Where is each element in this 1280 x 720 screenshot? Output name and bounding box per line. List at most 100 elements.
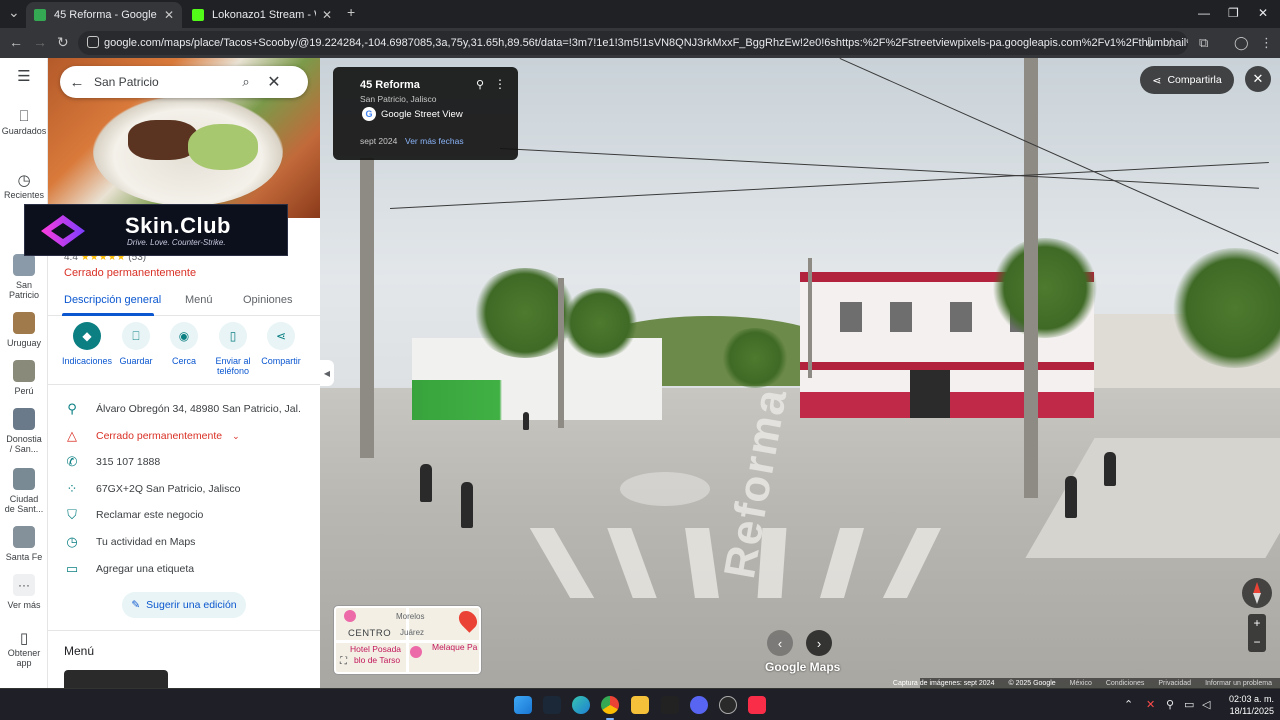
back-icon[interactable]: ← xyxy=(9,34,23,50)
rail-item-peru[interactable]: Perú xyxy=(0,360,48,396)
region-link[interactable]: México xyxy=(1070,680,1092,687)
copyright: © 2025 Google xyxy=(1008,679,1056,687)
rail-item-ciudad[interactable]: Ciudad de Sant... xyxy=(0,468,48,514)
clear-search-icon[interactable]: ✕ xyxy=(258,72,290,92)
tab-overview[interactable]: Descripción general xyxy=(64,294,161,306)
address-bar[interactable]: google.com/maps/place/Tacos+Scooby/@19.2… xyxy=(78,31,1188,55)
minimize-icon[interactable]: — xyxy=(1198,6,1210,20)
compass-button[interactable] xyxy=(1242,578,1272,608)
expand-icon[interactable]: ⛶ xyxy=(340,656,347,667)
zoom-in-icon[interactable]: + xyxy=(1248,614,1266,633)
tab-menu[interactable]: Menú xyxy=(185,294,213,306)
menu-kebab-icon[interactable]: ⋮ xyxy=(1260,35,1273,51)
warning-icon: △ xyxy=(67,428,77,443)
profile-icon[interactable]: ◯ xyxy=(1234,35,1249,51)
more-dots-icon: ··· xyxy=(13,574,35,596)
suggest-edit-button[interactable]: ✎ Sugerir una edición xyxy=(122,592,246,618)
rail-item-recents[interactable]: ◷ Recientes xyxy=(0,173,48,200)
info-address[interactable]: ⚲ Álvaro Obregón 34, 48980 San Patricio,… xyxy=(48,396,320,422)
more-options-icon[interactable]: ⋮ xyxy=(494,77,506,91)
rail-item-san-patricio[interactable]: San Patricio xyxy=(0,254,48,300)
rail-item-santa-fe[interactable]: Santa Fe xyxy=(0,526,48,562)
extensions-icon[interactable]: ⧉ xyxy=(1199,35,1208,51)
minimap[interactable]: Morelos CENTRO Juárez Hotel Posada blo d… xyxy=(334,606,481,674)
restore-icon[interactable]: ❐ xyxy=(1228,6,1239,20)
info-hours[interactable]: △ Cerrado permanentemente ⌄ xyxy=(48,423,320,449)
sv-subtitle: San Patricio, Jalisco xyxy=(360,94,437,104)
forward-icon[interactable]: → xyxy=(33,34,47,50)
info-plus-code[interactable]: ⁘ 67GX+2Q San Patricio, Jalisco xyxy=(48,476,320,502)
browser-tabstrip: ⌄ 45 Reforma - Google Maps ✕ Lokonazo1 S… xyxy=(0,0,1280,28)
music-icon[interactable] xyxy=(748,696,766,714)
rail-item-donostia[interactable]: Donostia / San... xyxy=(0,408,48,454)
file-explorer-icon[interactable] xyxy=(631,696,649,714)
close-tab-icon[interactable]: ✕ xyxy=(322,8,332,22)
app-round-icon[interactable] xyxy=(719,696,737,714)
sv-provider-text: Google Street View xyxy=(381,108,463,120)
navigation-cursor[interactable] xyxy=(620,472,710,506)
rail-item-get-app[interactable]: ▯ Obtener app xyxy=(0,631,48,668)
volume-icon[interactable]: ◁ xyxy=(1202,698,1210,711)
share-streetview-button[interactable]: ⋖ Compartirla xyxy=(1140,66,1234,94)
see-more-dates-link[interactable]: Ver más fechas xyxy=(405,136,464,146)
menu-photo[interactable] xyxy=(64,670,168,688)
rail-item-uruguay[interactable]: Uruguay xyxy=(0,312,48,348)
bookmark-star-icon[interactable]: ☆ xyxy=(1166,35,1178,51)
action-label: Enviar al teléfono xyxy=(215,356,251,376)
reload-icon[interactable]: ↻ xyxy=(57,34,69,51)
place-thumbnail xyxy=(13,408,35,430)
place-tabs: Descripción general Menú Opiniones xyxy=(48,286,320,316)
rail-item-more[interactable]: ··· Ver más xyxy=(0,574,48,610)
caret-left-icon: ◀ xyxy=(323,368,331,378)
tab-search-icon[interactable]: ⌄ xyxy=(8,4,20,21)
privacy-link[interactable]: Privacidad xyxy=(1158,680,1191,687)
zoom-out-icon[interactable]: − xyxy=(1248,633,1266,652)
tab-kick-stream[interactable]: Lokonazo1 Stream - Watch Live ✕ xyxy=(184,2,340,28)
report-problem-link[interactable]: Informar un problema xyxy=(1205,680,1272,687)
skinclub-ad[interactable]: Skin.Club Drive. Love. Counter-Strike. xyxy=(24,204,288,256)
directions-button[interactable]: ◆ Indicaciones xyxy=(59,322,115,366)
steam-icon[interactable] xyxy=(543,696,561,714)
suggest-label: Sugerir una edición xyxy=(146,599,237,611)
tray-overflow-icon[interactable]: ⌃ xyxy=(1124,698,1133,711)
previous-image-button[interactable]: ‹ xyxy=(767,630,793,656)
close-tab-icon[interactable]: ✕ xyxy=(164,8,174,22)
new-tab-icon[interactable]: + xyxy=(347,4,355,20)
compass-north-icon xyxy=(1253,582,1261,594)
map-pin-icon[interactable]: ⚲ xyxy=(476,78,484,91)
site-info-icon[interactable] xyxy=(87,36,99,48)
system-clock[interactable]: 02:03 a. m. 18/11/2025 xyxy=(1222,693,1274,717)
next-image-button[interactable]: › xyxy=(806,630,832,656)
rail-menu-button[interactable]: ☰ xyxy=(0,69,48,86)
info-claim[interactable]: ⛉ Reclamar este negocio xyxy=(48,502,320,528)
chrome-icon[interactable] xyxy=(601,696,619,720)
maps-left-rail: ☰ ⎕ Guardados ◷ Recientes San Patricio U… xyxy=(0,58,48,688)
close-window-icon[interactable]: ✕ xyxy=(1258,6,1268,20)
network-icon[interactable]: ▭ xyxy=(1184,698,1194,711)
close-streetview-button[interactable]: ✕ xyxy=(1245,66,1271,92)
tab-google-maps[interactable]: 45 Reforma - Google Maps ✕ xyxy=(26,2,182,28)
microphone-icon[interactable]: ⚲ xyxy=(1166,698,1174,711)
bollard-shape xyxy=(1104,452,1116,486)
nearby-button[interactable]: ◉ Cerca xyxy=(156,322,212,366)
info-label[interactable]: ▭ Agregar una etiqueta xyxy=(48,556,320,582)
windows-start-icon[interactable] xyxy=(514,696,532,714)
edge-icon[interactable] xyxy=(572,696,590,714)
tray-app-icon[interactable]: ✕ xyxy=(1146,698,1155,711)
search-icon[interactable]: ⌕ xyxy=(234,74,258,90)
install-app-icon[interactable]: ⇩ xyxy=(1144,35,1155,51)
street-view[interactable]: Reforma 45 Reforma San Patricio, Jalisco… xyxy=(320,58,1280,688)
back-arrow-icon[interactable]: ← xyxy=(60,74,94,91)
chevron-left-icon: ‹ xyxy=(777,635,783,651)
info-phone[interactable]: ✆ 315 107 1888 xyxy=(48,449,320,475)
terms-link[interactable]: Condiciones xyxy=(1106,680,1145,687)
map-label: Morelos xyxy=(396,612,425,621)
info-activity[interactable]: ◷ Tu actividad en Maps xyxy=(48,529,320,555)
tab-reviews[interactable]: Opiniones xyxy=(243,294,293,306)
search-input[interactable] xyxy=(94,75,234,89)
collapse-panel-button[interactable]: ◀ xyxy=(320,360,334,386)
rail-item-saved[interactable]: ⎕ Guardados xyxy=(0,109,48,136)
share-button[interactable]: ⋖ Compartir xyxy=(253,322,309,366)
discord-icon[interactable] xyxy=(690,696,708,714)
app-x-icon[interactable] xyxy=(661,696,679,714)
